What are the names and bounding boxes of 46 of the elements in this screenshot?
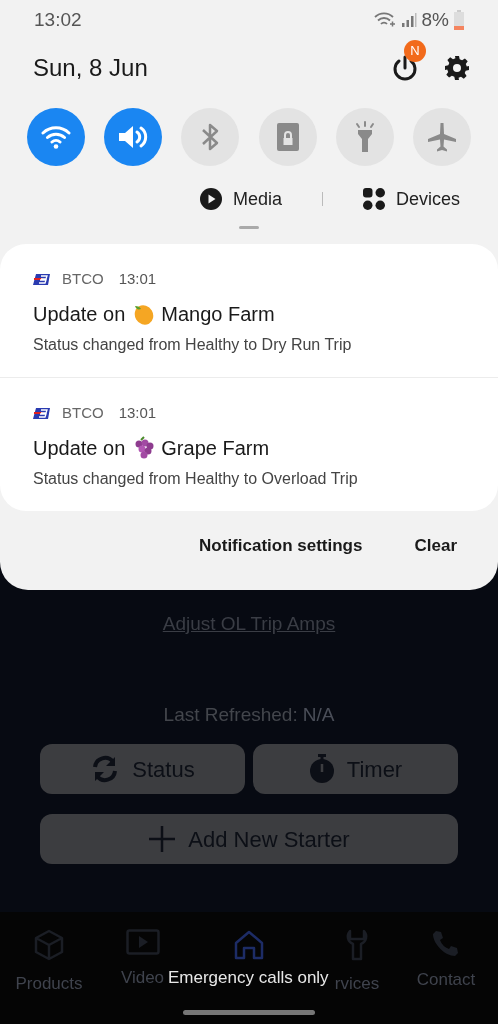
notification-body: Status changed from Healthy to Overload Trip (33, 469, 359, 489)
carrier-status-text: Emergency calls only (168, 967, 329, 989)
sound-toggle[interactable] (104, 108, 163, 166)
notification-body: Status changed from Healthy to Dry Run Trip (33, 335, 353, 355)
nav-tab[interactable]: Products (9, 929, 89, 997)
drag-handle[interactable] (239, 225, 259, 229)
clock-time: 13:02 (34, 7, 82, 32)
plus-icon (148, 825, 177, 853)
play-icon (199, 188, 222, 210)
farm-name: Mango Farm (161, 302, 275, 327)
notification-time: 13:01 (118, 268, 157, 289)
cell-signal-icon (400, 12, 417, 28)
bluetooth-icon (200, 122, 221, 152)
media-button[interactable]: Media (199, 185, 282, 213)
cube-icon (33, 929, 65, 961)
phone-icon (432, 929, 460, 957)
app-logo-icon (33, 273, 52, 285)
app-name: BTCO (62, 268, 104, 289)
notification-badge: N (404, 40, 426, 62)
clear-button[interactable]: Clear (414, 533, 457, 559)
last-refreshed-value: N/A (302, 702, 335, 727)
stopwatch-icon (308, 754, 335, 784)
notification-title: Update on (33, 302, 126, 327)
wifi-icon (41, 124, 71, 150)
wifi-toggle[interactable] (27, 108, 85, 166)
nav-tab[interactable]: Video (120, 929, 165, 991)
notification-settings-button[interactable]: Notification settings (199, 533, 363, 559)
devices-button[interactable]: Devices (362, 185, 460, 213)
battery-icon (454, 10, 464, 30)
wifi-signal-icon (373, 12, 396, 28)
video-icon (125, 929, 160, 955)
airplane-icon (425, 121, 458, 153)
nav-tab[interactable]: Contact (408, 929, 484, 993)
notification-time: 13:01 (118, 402, 157, 423)
grid-icon (362, 188, 385, 210)
app-logo-icon (33, 407, 52, 419)
app-name: BTCO (62, 402, 104, 423)
date-text: Sun, 8 Jun (33, 53, 148, 83)
notification-title: Update on (33, 436, 126, 461)
last-refreshed-label: Last Refreshed: (163, 702, 298, 727)
home-icon (233, 929, 265, 961)
settings-icon[interactable] (444, 55, 470, 81)
farm-name: Grape Farm (161, 436, 270, 461)
nav-tab[interactable]: rvices (333, 929, 381, 997)
lock-icon (275, 122, 300, 152)
battery-percent: 8% (421, 7, 449, 32)
